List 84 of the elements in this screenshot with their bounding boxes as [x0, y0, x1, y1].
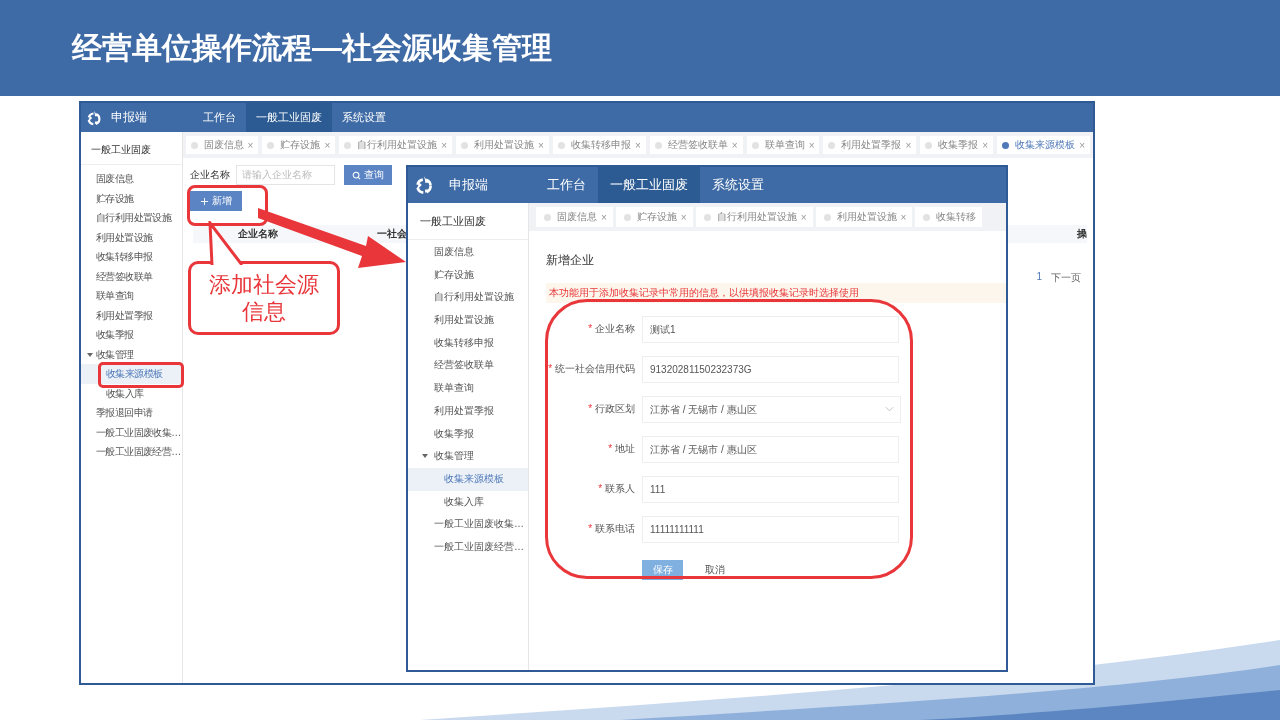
column-header: 操 — [1077, 227, 1087, 241]
page-tab[interactable]: 贮存设施 × — [262, 136, 336, 154]
select-field[interactable]: 江苏省 / 无锡市 / 惠山区 — [642, 395, 901, 423]
sidebar-item[interactable]: 固废信息 — [408, 241, 528, 264]
sidebar-item[interactable]: 利用处置设施 — [81, 227, 182, 247]
page-tab[interactable]: 自行利用处置设施 × — [695, 207, 813, 227]
column-header: 一社会 — [376, 227, 407, 241]
field-label: * 联系人 — [597, 482, 635, 496]
sidebar-item[interactable]: 季报退回申请 — [81, 403, 182, 423]
sidebar-item[interactable]: 利用处置设施 — [408, 309, 528, 332]
sidebar-item[interactable]: 收集来源模板 — [81, 364, 182, 384]
field-label: * 统一社会信用代码 — [547, 362, 635, 376]
slide-title: 经营单位操作流程—社会源收集管理 — [72, 29, 552, 66]
sidebar-item[interactable]: 利用处置季报 — [81, 305, 182, 325]
chevron-down-icon — [885, 406, 894, 412]
page-tab[interactable]: 收集转移申报 × — [552, 136, 646, 154]
page-tab[interactable]: 固废信息 × — [536, 207, 613, 227]
page-tab[interactable]: 利用处置季报 × — [823, 136, 917, 154]
sidebar-item[interactable]: 固废信息 — [81, 169, 182, 189]
sidebar-item[interactable]: 一般工业固废经营… — [81, 442, 182, 462]
input-field[interactable]: 江苏省 / 无锡市 / 惠山区 — [642, 435, 899, 463]
page-tab[interactable]: 收集季报 × — [920, 136, 994, 154]
page-tab[interactable]: 利用处置设施 × — [456, 136, 549, 154]
sidebar-item[interactable]: 收集入库 — [408, 490, 528, 514]
nav-tab[interactable]: 一般工业固废 — [598, 167, 700, 203]
cancel-button[interactable]: 取消 — [695, 560, 735, 580]
sidebar-item[interactable]: 联单查询 — [408, 377, 528, 400]
page-tab[interactable]: 贮存设施 × — [615, 207, 693, 227]
sidebar-item[interactable]: 收集季报 — [408, 422, 528, 446]
sidebar-item[interactable]: 收集来源模板 — [408, 467, 528, 491]
sidebar-item[interactable]: 收集管理 — [408, 445, 528, 468]
page-tab[interactable]: 收集转移 — [915, 207, 983, 227]
search-icon — [351, 170, 361, 180]
page-tab[interactable]: 联单查询 × — [746, 136, 820, 154]
recycle-icon — [413, 174, 435, 196]
search-button[interactable]: 查询 — [343, 165, 392, 185]
sidebar-item[interactable]: 自行利用处置设施 — [408, 286, 528, 310]
sidebar-item[interactable]: 一般工业固废收集… — [408, 513, 528, 536]
sidebar-item[interactable]: 贮存设施 — [408, 263, 528, 287]
sidebar-title: 一般工业固废 — [408, 203, 528, 240]
sidebar-item[interactable]: 经营签收联单 — [408, 354, 528, 378]
nav-tab[interactable]: 系统设置 — [700, 167, 776, 203]
sidebar-item[interactable]: 收集转移申报 — [81, 247, 182, 267]
sidebar-item[interactable]: 一般工业固废经营… — [408, 535, 528, 559]
nav-tab[interactable]: 系统设置 — [332, 103, 396, 132]
next-page-link[interactable]: 下一页 — [1051, 271, 1081, 285]
field-label: 企业名称 — [189, 168, 230, 182]
sidebar-item[interactable]: 一般工业固废收集… — [81, 422, 182, 442]
input-field[interactable]: 测试1 — [642, 315, 899, 343]
page-number[interactable]: 1 — [1036, 271, 1042, 285]
page-tab[interactable]: 利用处置设施 × — [815, 207, 913, 227]
caret-icon — [422, 453, 428, 460]
sidebar-item[interactable]: 贮存设施 — [81, 188, 182, 208]
nav-tab[interactable]: 工作台 — [193, 103, 246, 132]
field-label: * 企业名称 — [587, 322, 635, 336]
plus-icon — [199, 196, 209, 206]
sidebar-item[interactable]: 联单查询 — [81, 286, 182, 306]
add-button[interactable]: 新增 — [189, 191, 242, 211]
page-tab[interactable]: 经营签收联单 × — [649, 136, 743, 154]
sidebar-item[interactable]: 经营签收联单 — [81, 266, 182, 286]
callout-text: 添加社会源信息 — [188, 261, 340, 335]
sidebar-item[interactable]: 收集管理 — [81, 344, 182, 364]
page-tab[interactable]: 收集来源模板 × — [997, 136, 1090, 154]
page-tab[interactable]: 固废信息 × — [185, 136, 259, 154]
input-field[interactable]: 11111111111 — [642, 515, 899, 543]
input-field[interactable]: 91320281150232373G — [642, 355, 899, 383]
sidebar-item[interactable]: 收集入库 — [81, 383, 182, 403]
app-brand: 申报端 — [111, 109, 148, 126]
app-brand: 申报端 — [449, 176, 489, 194]
field-label: * 行政区划 — [587, 402, 635, 416]
nav-tab[interactable]: 工作台 — [535, 167, 598, 203]
form-title: 新增企业 — [546, 252, 595, 269]
sidebar-item[interactable]: 收集转移申报 — [408, 331, 528, 355]
nav-tab[interactable]: 一般工业固废 — [246, 103, 332, 132]
caret-icon — [87, 351, 93, 358]
input-field[interactable]: 111 — [642, 475, 899, 503]
column-header: 企业名称 — [236, 227, 279, 241]
field-label: * 联系电话 — [587, 522, 635, 536]
page-tab[interactable]: 自行利用处置设施 × — [339, 136, 453, 154]
sidebar-item[interactable]: 自行利用处置设施 — [81, 208, 182, 228]
field-label: * 地址 — [607, 442, 635, 456]
sidebar-item[interactable]: 收集季报 — [81, 325, 182, 345]
sidebar-item[interactable]: 利用处置季报 — [408, 399, 528, 423]
sidebar-title: 一般工业固废 — [81, 132, 182, 165]
